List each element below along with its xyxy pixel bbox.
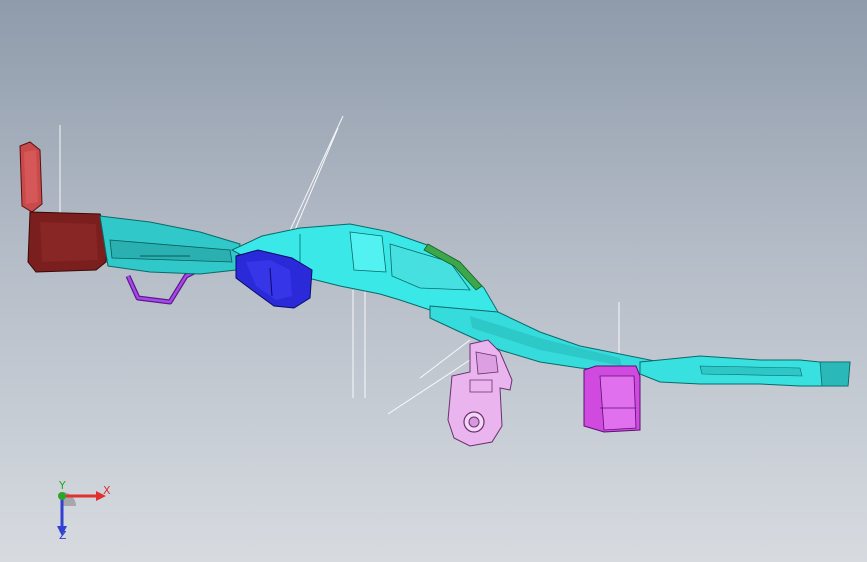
cad-model[interactable] xyxy=(0,0,867,562)
red-tab-bracket[interactable] xyxy=(19,141,43,213)
z-axis-label: Z xyxy=(59,529,67,542)
coordinate-triad: X Y Z xyxy=(40,478,120,548)
magenta-block[interactable] xyxy=(583,365,641,433)
y-axis-label: Y xyxy=(59,479,66,492)
graphics-viewport[interactable]: X Y Z xyxy=(0,0,867,562)
x-axis-label: X xyxy=(103,484,111,497)
pink-mount-bracket[interactable] xyxy=(447,339,513,447)
y-axis-dot xyxy=(58,492,66,500)
purple-rod[interactable] xyxy=(125,267,200,305)
dark-red-end-cap[interactable] xyxy=(27,211,109,273)
